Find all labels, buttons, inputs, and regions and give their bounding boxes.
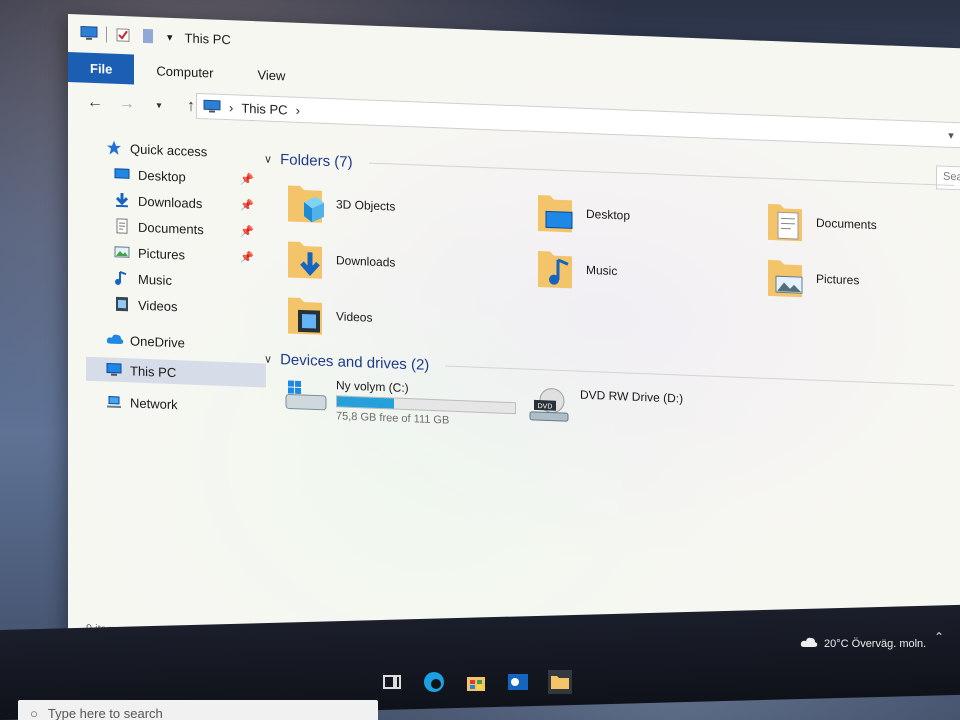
weather-widget[interactable]: 20°C Överväg. moln. xyxy=(800,636,926,651)
task-view-icon[interactable] xyxy=(380,670,404,694)
folder-3d-objects[interactable]: 3D Objects xyxy=(284,176,514,237)
drive-info: Ny volym (C:) 75,8 GB free of 111 GB xyxy=(336,378,516,429)
sidebar-item-videos[interactable]: Videos xyxy=(86,291,266,322)
title-separator xyxy=(106,26,107,43)
sidebar-label: Network xyxy=(130,394,178,412)
tab-file[interactable]: File xyxy=(68,52,135,85)
downloads-icon xyxy=(114,192,130,209)
folder-documents[interactable]: Documents xyxy=(764,195,960,256)
collapse-chevron-icon[interactable]: ∨ xyxy=(264,352,272,365)
address-dropdown-icon[interactable]: ▾ xyxy=(948,128,954,141)
dvd-drive-icon: DVD xyxy=(528,386,570,434)
drive-c[interactable]: Ny volym (C:) 75,8 GB free of 111 GB xyxy=(284,376,516,433)
group-title: Devices and drives (2) xyxy=(280,350,430,374)
videos-folder-icon xyxy=(284,291,326,339)
pictures-icon xyxy=(114,244,130,261)
folder-label: Downloads xyxy=(336,253,396,270)
folder-label: Desktop xyxy=(586,206,631,223)
group-divider xyxy=(445,364,954,386)
folder-videos[interactable]: Videos xyxy=(284,288,514,349)
pin-icon[interactable]: 📌 xyxy=(240,172,254,186)
outlook-icon[interactable] xyxy=(506,670,530,694)
music-folder-icon xyxy=(534,245,576,293)
folder-pictures[interactable]: Pictures xyxy=(764,251,960,312)
folder-downloads[interactable]: Downloads xyxy=(284,232,514,293)
pin-icon[interactable]: 📌 xyxy=(240,250,254,264)
sidebar-label: Documents xyxy=(138,219,204,237)
folder-desktop[interactable]: Desktop xyxy=(534,186,764,247)
search-icon: ○ xyxy=(30,705,38,720)
show-hidden-icons-chevron-icon[interactable]: ⌃ xyxy=(934,630,944,644)
folder-label: Music xyxy=(586,262,618,279)
dvd-badge: DVD xyxy=(538,403,553,411)
weather-text: 20°C Överväg. moln. xyxy=(824,637,927,650)
breadcrumb-chevron-icon[interactable]: › xyxy=(229,100,233,115)
address-controls: ▾ ↻ xyxy=(948,123,960,148)
this-pc-icon[interactable] xyxy=(80,25,98,42)
sidebar-label: Music xyxy=(138,271,172,288)
windows-drive-icon xyxy=(284,376,327,424)
sidebar-label: OneDrive xyxy=(130,332,185,350)
drive-d[interactable]: DVD DVD RW Drive (D:) xyxy=(528,386,683,440)
sidebar-label: This PC xyxy=(130,362,177,380)
downloads-folder-icon xyxy=(284,235,326,283)
new-folder-icon[interactable] xyxy=(141,28,159,45)
sidebar-label: Desktop xyxy=(138,167,186,185)
star-icon xyxy=(106,139,122,156)
taskbar-search-placeholder: Type here to search xyxy=(47,705,163,720)
folder-label: Videos xyxy=(336,309,373,325)
taskbar-pinned-apps xyxy=(380,670,572,694)
videos-icon xyxy=(114,296,130,313)
drive-label: DVD RW Drive (D:) xyxy=(580,387,684,406)
pictures-folder-icon xyxy=(764,254,806,302)
sidebar-label: Pictures xyxy=(138,245,185,262)
desktop-icon xyxy=(114,166,130,183)
drive-usage-fill xyxy=(337,396,394,409)
taskbar-search-input[interactable]: ○ Type here to search xyxy=(18,700,378,720)
group-title: Folders (7) xyxy=(280,150,353,171)
folder-label: 3D Objects xyxy=(336,197,396,214)
computer-icon xyxy=(106,361,122,378)
3d-objects-icon xyxy=(284,179,326,227)
folder-label: Pictures xyxy=(816,271,860,288)
documents-folder-icon xyxy=(764,198,806,246)
folder-label: Documents xyxy=(816,215,877,233)
file-explorer-window: ▾ This PC File Computer View ← → ▾ ↑ › T… xyxy=(68,14,960,677)
sidebar-label: Videos xyxy=(138,297,178,314)
properties-icon[interactable] xyxy=(115,27,133,44)
breadcrumb-end-chevron-icon[interactable]: › xyxy=(296,102,300,117)
network-icon xyxy=(106,393,122,410)
sidebar-label: Downloads xyxy=(138,193,203,211)
address-pc-icon xyxy=(203,99,221,114)
file-explorer-taskbar-icon[interactable] xyxy=(548,670,572,694)
weather-cloud-icon xyxy=(800,636,818,651)
content-pane: ∨ Folders (7) 3D Objects Desktop Documen… xyxy=(264,140,954,669)
window-title: This PC xyxy=(184,29,231,47)
back-arrow-icon[interactable]: ← xyxy=(86,94,104,113)
store-icon[interactable] xyxy=(464,670,488,694)
collapse-chevron-icon[interactable]: ∨ xyxy=(264,152,272,165)
forward-arrow-icon[interactable]: → xyxy=(118,95,136,114)
edge-icon[interactable] xyxy=(422,670,446,694)
pin-icon[interactable]: 📌 xyxy=(240,198,254,212)
desktop-folder-icon xyxy=(534,189,576,237)
cloud-icon xyxy=(106,331,124,348)
sidebar-item-network[interactable]: Network xyxy=(86,389,266,420)
recent-locations-chevron-icon[interactable]: ▾ xyxy=(150,100,168,112)
breadcrumb-this-pc[interactable]: This PC xyxy=(241,100,287,117)
music-icon xyxy=(114,270,130,287)
pin-icon[interactable]: 📌 xyxy=(240,224,254,238)
sidebar-label: Quick access xyxy=(130,140,208,159)
sidebar-item-onedrive[interactable]: OneDrive xyxy=(86,327,266,358)
navigation-pane: Quick access Desktop 📌 Downloads 📌 Docum… xyxy=(86,135,266,582)
tab-view[interactable]: View xyxy=(235,58,307,91)
sidebar-item-this-pc[interactable]: This PC xyxy=(86,356,266,388)
documents-icon xyxy=(114,218,130,235)
quick-access-dropdown-icon[interactable]: ▾ xyxy=(167,30,173,43)
tab-computer[interactable]: Computer xyxy=(134,55,235,89)
folder-music[interactable]: Music xyxy=(534,242,764,303)
